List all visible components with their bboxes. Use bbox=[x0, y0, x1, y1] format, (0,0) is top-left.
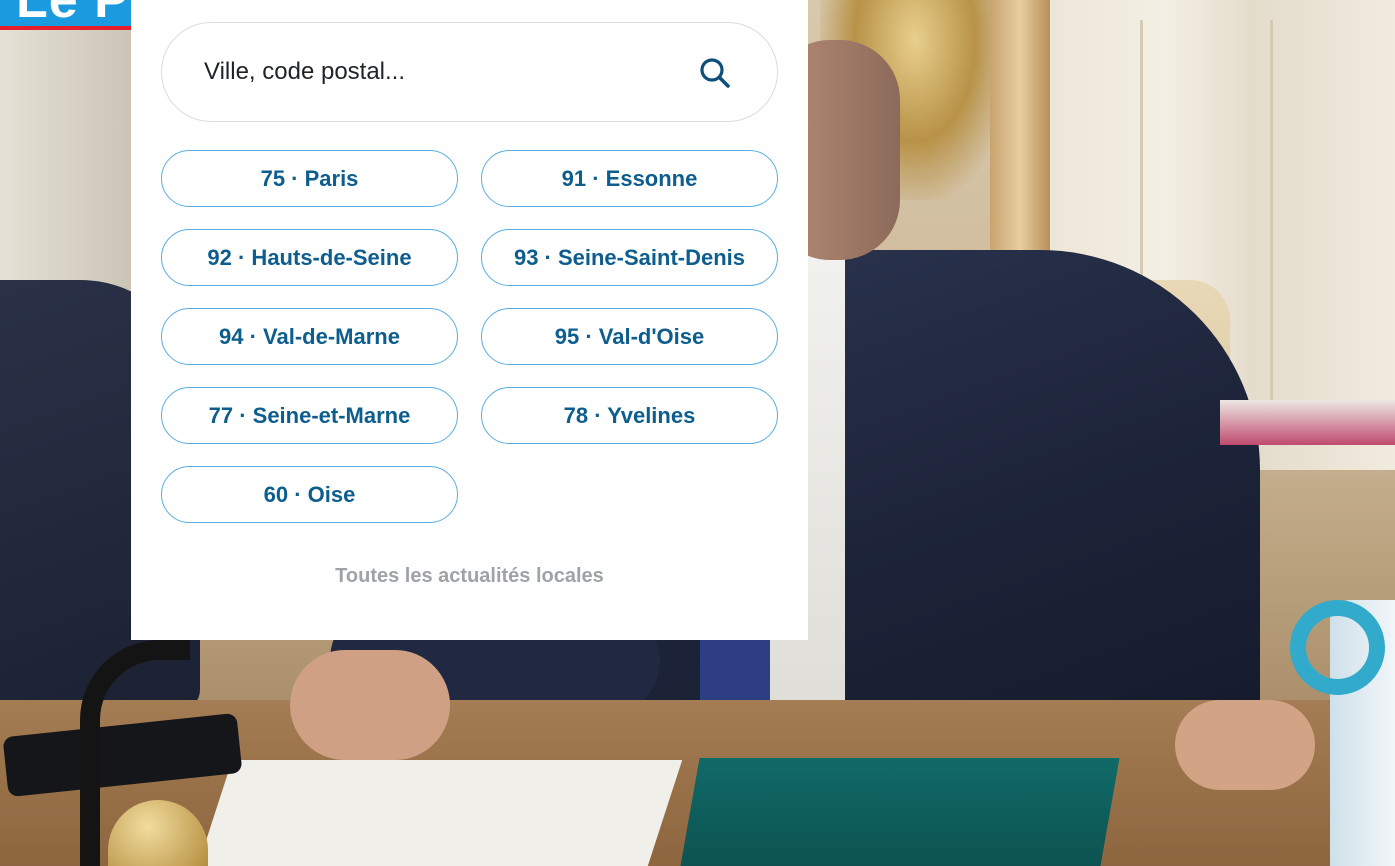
department-button-60[interactable]: 60 · Oise bbox=[161, 466, 458, 523]
department-button-92[interactable]: 92 · Hauts-de-Seine bbox=[161, 229, 458, 286]
all-local-news-link[interactable]: Toutes les actualités locales bbox=[131, 565, 808, 588]
department-button-75[interactable]: 75 · Paris bbox=[161, 150, 458, 207]
location-search-input[interactable] bbox=[204, 52, 684, 92]
department-button-91[interactable]: 91 · Essonne bbox=[481, 150, 778, 207]
search-icon[interactable] bbox=[697, 55, 733, 91]
location-search-box bbox=[161, 22, 778, 122]
department-button-78[interactable]: 78 · Yvelines bbox=[481, 387, 778, 444]
department-list: 75 · Paris 91 · Essonne 92 · Hauts-de-Se… bbox=[161, 150, 778, 523]
department-button-93[interactable]: 93 · Seine-Saint-Denis bbox=[481, 229, 778, 286]
department-button-95[interactable]: 95 · Val-d'Oise bbox=[481, 308, 778, 365]
department-button-94[interactable]: 94 · Val-de-Marne bbox=[161, 308, 458, 365]
local-news-dropdown: 75 · Paris 91 · Essonne 92 · Hauts-de-Se… bbox=[131, 0, 808, 640]
department-button-77[interactable]: 77 · Seine-et-Marne bbox=[161, 387, 458, 444]
